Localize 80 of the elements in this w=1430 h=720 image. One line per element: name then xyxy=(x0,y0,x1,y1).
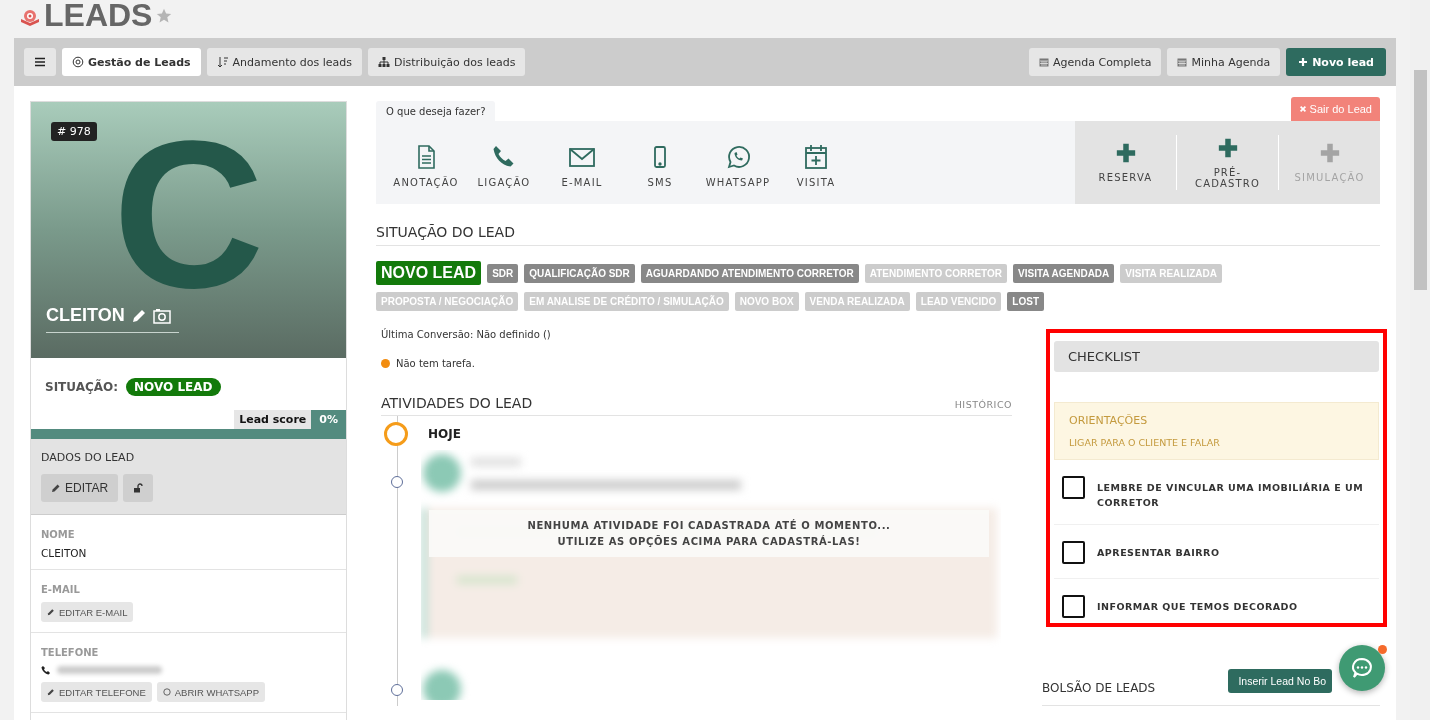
action-button[interactable]: SMS xyxy=(628,121,692,204)
sort-icon xyxy=(216,56,229,68)
checkbox[interactable] xyxy=(1062,595,1085,618)
situation-label: SITUAÇÃO: xyxy=(45,380,119,394)
field-button[interactable]: ABRIR WHATSAPP xyxy=(156,682,266,702)
history-link[interactable]: HISTÓRICO xyxy=(954,399,1012,410)
checklist-item: INFORMAR QUE TEMOS DECORADO xyxy=(1097,600,1298,614)
section-title: SITUAÇÃO DO LEAD xyxy=(376,224,1380,246)
calendar-icon xyxy=(1177,57,1188,67)
field-button[interactable]: EDITAR TELEFONE xyxy=(41,682,152,702)
situation-badge: NOVO LEAD xyxy=(126,378,221,396)
field-label: NOME xyxy=(41,529,76,540)
field-value: CLEITON xyxy=(41,547,88,559)
create-button[interactable]: PRÉ-CADASTRO xyxy=(1177,135,1279,190)
unlock-icon xyxy=(133,483,144,493)
task-status: Não tem tarefa. xyxy=(396,358,475,369)
create-button[interactable]: RESERVA xyxy=(1075,135,1177,190)
checkbox[interactable] xyxy=(1062,541,1085,564)
page-title: LEADS xyxy=(44,0,153,30)
avatar-initial: C xyxy=(112,140,265,290)
action-button[interactable]: VISITA xyxy=(784,121,848,204)
stage-tag[interactable]: NOVO LEAD xyxy=(376,261,482,285)
tab[interactable]: Gestão de Leads xyxy=(62,48,201,76)
empty-message: NENHUMA ATIVIDADE FOI CADASTRADA ATÉ O MOMENTO... UTILIZE AS OPÇÕES ACIMA PARA CADASTRÁ-LAS! xyxy=(429,510,989,557)
section-title: ATIVIDADES DO LEAD xyxy=(381,395,533,411)
lead-score-value: 0% xyxy=(311,410,346,429)
calendar-icon xyxy=(1039,57,1049,67)
field-label: TELEFONE xyxy=(41,647,100,658)
checkbox[interactable] xyxy=(1062,476,1085,499)
plus-icon xyxy=(1318,142,1341,164)
tab[interactable]: Andamento dos leads xyxy=(206,48,363,76)
last-conversion: Última Conversão: Não definido () xyxy=(381,329,552,340)
menu-button[interactable] xyxy=(24,48,56,76)
plus-icon xyxy=(1298,57,1309,67)
timeline-marker xyxy=(391,476,403,488)
section-title: BOLSÃO DE LEADS xyxy=(1042,681,1156,695)
stage-tag[interactable]: VISITA AGENDADA xyxy=(1013,263,1115,283)
pencil-icon xyxy=(47,608,55,616)
toolbar-button[interactable]: Agenda Completa xyxy=(1029,48,1162,76)
tab[interactable]: Distribuição dos leads xyxy=(368,48,526,76)
lead-score-label: Lead score xyxy=(234,410,312,429)
stage-tag[interactable]: QUALIFICAÇÃO SDR xyxy=(524,263,635,283)
checklist-item: APRESENTAR BAIRRO xyxy=(1097,546,1220,560)
stage-tag[interactable]: LOST xyxy=(1007,292,1044,311)
insert-lead-button[interactable]: Inserir Lead No Bo xyxy=(1228,669,1332,693)
plus-icon xyxy=(1216,136,1239,159)
close-icon xyxy=(1298,105,1307,113)
timeline-marker xyxy=(391,684,403,696)
pencil-icon xyxy=(47,688,55,696)
camera-icon[interactable] xyxy=(152,307,171,324)
toolbar-button[interactable]: Novo lead xyxy=(1286,48,1386,76)
chat-icon xyxy=(1350,656,1374,680)
lead-number-badge: # 978 xyxy=(51,122,97,141)
star-icon[interactable] xyxy=(156,8,173,24)
lead-name: CLEITON xyxy=(46,305,125,326)
checklist-item: LEMBRE DE VINCULAR UMA IMOBILIÁRIA E UM CORRETOR xyxy=(1097,481,1365,510)
stage-tag[interactable]: SDR xyxy=(487,263,519,283)
timeline-date: HOJE xyxy=(428,427,461,441)
stage-tag[interactable]: AGUARDANDO ATENDIMENTO CORRETOR xyxy=(640,263,859,283)
plus-icon xyxy=(1114,142,1137,164)
field-button[interactable]: EDITAR E-MAIL xyxy=(41,602,134,622)
toolbar-button[interactable]: Minha Agenda xyxy=(1167,48,1281,76)
phone-icon xyxy=(41,665,51,675)
section-title: DADOS DO LEAD xyxy=(41,451,136,464)
target-icon xyxy=(20,10,40,26)
menu-icon xyxy=(34,56,46,68)
pencil-icon[interactable] xyxy=(130,307,147,324)
guidance-note: ORIENTAÇÕES LIGAR PARA O CLIENTE E FALAR xyxy=(1054,402,1379,460)
edit-button[interactable]: EDITAR xyxy=(41,474,119,502)
action-button[interactable]: E-MAIL xyxy=(550,121,614,204)
pencil-icon xyxy=(51,483,61,493)
timeline-marker xyxy=(384,422,408,446)
checklist-header: CHECKLIST xyxy=(1054,341,1379,372)
action-button[interactable]: ANOTAÇÃO xyxy=(394,121,458,204)
action-button[interactable]: LIGAÇÃO xyxy=(472,121,536,204)
lock-button[interactable] xyxy=(123,474,154,502)
hierarchy-icon xyxy=(378,56,391,68)
field-label: E-MAIL xyxy=(41,584,81,595)
calendar-plus-icon xyxy=(802,143,830,171)
action-button[interactable]: WHATSAPP xyxy=(706,121,770,204)
